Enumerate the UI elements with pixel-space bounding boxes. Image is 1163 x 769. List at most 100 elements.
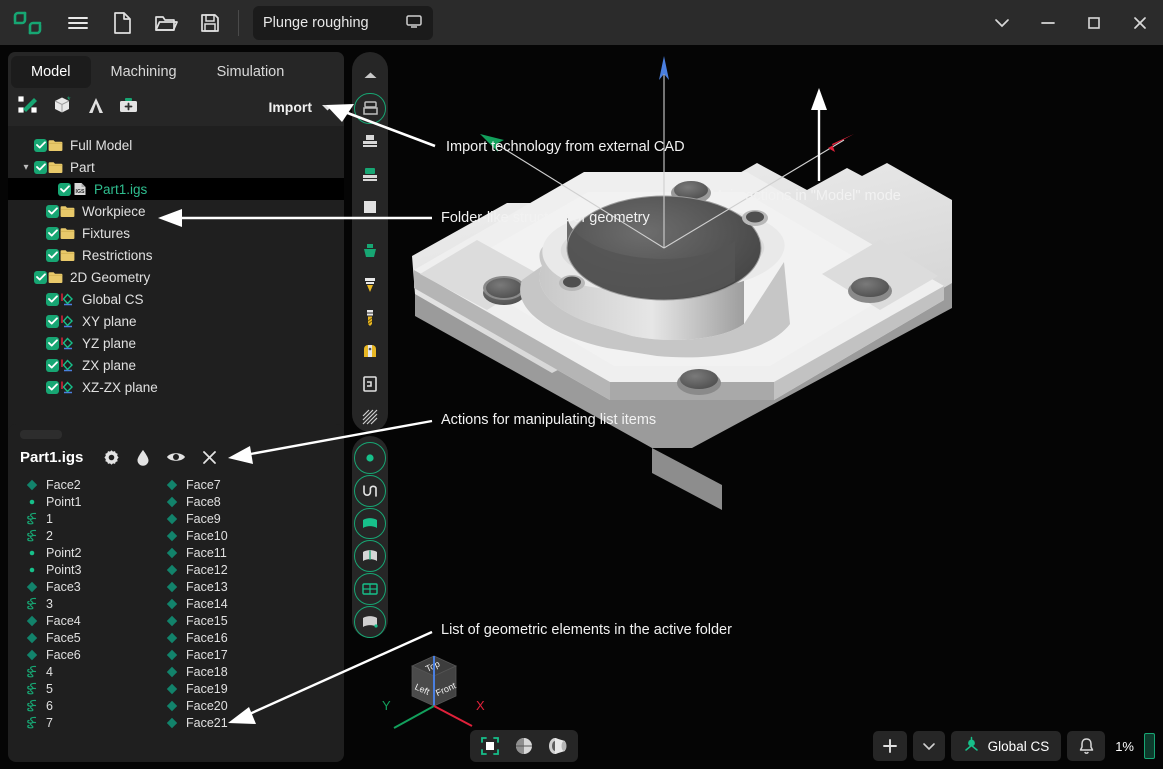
nc-program-icon[interactable] <box>354 368 386 399</box>
viewport-3d[interactable] <box>392 48 1163 769</box>
list-item[interactable]: Face15 <box>164 612 304 629</box>
notification-bell-icon[interactable] <box>1067 731 1105 761</box>
panel-resize-handle[interactable] <box>20 430 62 439</box>
machine-setup-icon[interactable] <box>354 93 386 124</box>
perspective-view-icon[interactable] <box>543 733 573 759</box>
tree-item-checkbox[interactable] <box>46 381 59 394</box>
tree-item-checkbox[interactable] <box>34 139 47 152</box>
chevron-down-icon[interactable] <box>321 99 334 115</box>
list-item[interactable]: 6 <box>24 697 164 714</box>
workpiece-blank-icon[interactable] <box>354 126 386 157</box>
open-folder-icon[interactable] <box>144 0 188 45</box>
solid-shaded-icon[interactable] <box>354 606 386 638</box>
tree-item-checkbox[interactable] <box>46 315 59 328</box>
sketch-edit-icon[interactable] <box>18 95 40 120</box>
tree-item-checkbox[interactable] <box>34 271 47 284</box>
tab-simulation[interactable]: Simulation <box>197 56 305 88</box>
list-item[interactable]: Face17 <box>164 646 304 663</box>
stock-green-icon[interactable] <box>354 159 386 190</box>
tree-item-full-model[interactable]: Full Model <box>8 134 344 156</box>
tool-magazine-icon[interactable] <box>354 335 386 366</box>
plate-icon[interactable] <box>354 192 386 223</box>
list-item[interactable]: 5 <box>24 680 164 697</box>
mesh-grid-icon[interactable] <box>354 573 386 605</box>
document-name-chip[interactable]: Plunge roughing <box>253 6 433 40</box>
paint-drop-icon[interactable] <box>136 449 150 466</box>
hamburger-menu-icon[interactable] <box>56 0 100 45</box>
list-item[interactable]: Point1 <box>24 493 164 510</box>
tree-item-yz-plane[interactable]: YZ plane <box>8 332 344 354</box>
list-item[interactable]: 4 <box>24 663 164 680</box>
import-button[interactable]: Import <box>268 99 334 115</box>
close-x-icon[interactable] <box>202 450 217 465</box>
list-item[interactable]: Face9 <box>164 510 304 527</box>
tab-model[interactable]: Model <box>11 56 91 88</box>
list-item[interactable]: Face12 <box>164 561 304 578</box>
tree-item-workpiece[interactable]: Workpiece <box>8 200 344 222</box>
list-item[interactable]: Face6 <box>24 646 164 663</box>
text-geometry-icon[interactable] <box>86 95 106 120</box>
list-item[interactable]: Face21 <box>164 714 304 731</box>
chevron-down-icon[interactable]: ▾ <box>18 162 34 173</box>
new-file-icon[interactable] <box>100 0 144 45</box>
tree-item-checkbox[interactable] <box>46 249 59 262</box>
point-element-icon[interactable] <box>354 442 386 474</box>
list-item[interactable]: Face14 <box>164 595 304 612</box>
list-item[interactable]: 7 <box>24 714 164 731</box>
tree-item-checkbox[interactable] <box>46 227 59 240</box>
list-item[interactable]: 2 <box>24 527 164 544</box>
save-disk-icon[interactable] <box>188 0 232 45</box>
settings-gear-icon[interactable] <box>103 449 120 466</box>
list-item[interactable]: Face8 <box>164 493 304 510</box>
tree-item-part1-igs[interactable]: IGSPart1.igs <box>8 178 344 200</box>
tree-item-checkbox[interactable] <box>34 161 47 174</box>
tree-item-restrictions[interactable]: Restrictions <box>8 244 344 266</box>
chevron-down-icon[interactable] <box>979 0 1025 45</box>
fit-to-screen-icon[interactable] <box>475 733 505 759</box>
list-item[interactable]: Face20 <box>164 697 304 714</box>
list-item[interactable]: Face7 <box>164 476 304 493</box>
list-item[interactable]: Face10 <box>164 527 304 544</box>
close-icon[interactable] <box>1117 0 1163 45</box>
tree-item-checkbox[interactable] <box>46 337 59 350</box>
tree-item-part[interactable]: ▾ Part <box>8 156 344 178</box>
navigation-cube[interactable]: Top Left Front Y X <box>372 642 492 732</box>
tree-item-2d-geometry[interactable]: 2D Geometry <box>8 266 344 288</box>
tree-item-xz-zx-plane[interactable]: XZ-ZX plane <box>8 376 344 398</box>
maximize-icon[interactable] <box>1071 0 1117 45</box>
tree-item-global-cs[interactable]: Global CS <box>8 288 344 310</box>
minimize-icon[interactable] <box>1025 0 1071 45</box>
list-item[interactable]: 1 <box>24 510 164 527</box>
coordinate-system-selector[interactable]: Global CS <box>951 731 1062 761</box>
tree-item-fixtures[interactable]: Fixtures <box>8 222 344 244</box>
tool-holder-green-icon[interactable] <box>354 236 386 267</box>
add-button[interactable] <box>873 731 907 761</box>
list-item[interactable]: Point2 <box>24 544 164 561</box>
list-item[interactable]: Face11 <box>164 544 304 561</box>
list-item[interactable]: Face2 <box>24 476 164 493</box>
tree-item-xy-plane[interactable]: XY plane <box>8 310 344 332</box>
zoom-slider[interactable] <box>1144 733 1155 759</box>
add-dropdown-chevron-down-icon[interactable] <box>913 731 945 761</box>
tree-item-checkbox[interactable] <box>46 293 59 306</box>
list-item[interactable]: 3 <box>24 595 164 612</box>
list-item[interactable]: Face13 <box>164 578 304 595</box>
surface-filled-icon[interactable] <box>354 508 386 540</box>
solid-body-icon[interactable]: * <box>52 95 74 120</box>
tree-item-zx-plane[interactable]: ZX plane <box>8 354 344 376</box>
hatch-material-icon[interactable] <box>354 401 386 432</box>
tab-machining[interactable]: Machining <box>91 56 197 88</box>
end-mill-tool-icon[interactable] <box>354 269 386 300</box>
list-item[interactable]: Point3 <box>24 561 164 578</box>
list-item[interactable]: Face3 <box>24 578 164 595</box>
chevron-up-icon[interactable] <box>354 60 386 91</box>
list-item[interactable]: Face19 <box>164 680 304 697</box>
list-item[interactable]: Face18 <box>164 663 304 680</box>
list-item[interactable]: Face16 <box>164 629 304 646</box>
tree-item-checkbox[interactable] <box>46 359 59 372</box>
tree-item-checkbox[interactable] <box>46 205 59 218</box>
list-item[interactable]: Face4 <box>24 612 164 629</box>
surface-shell-icon[interactable] <box>354 540 386 572</box>
tree-item-checkbox[interactable] <box>58 183 71 196</box>
eye-visibility-icon[interactable] <box>166 450 186 464</box>
